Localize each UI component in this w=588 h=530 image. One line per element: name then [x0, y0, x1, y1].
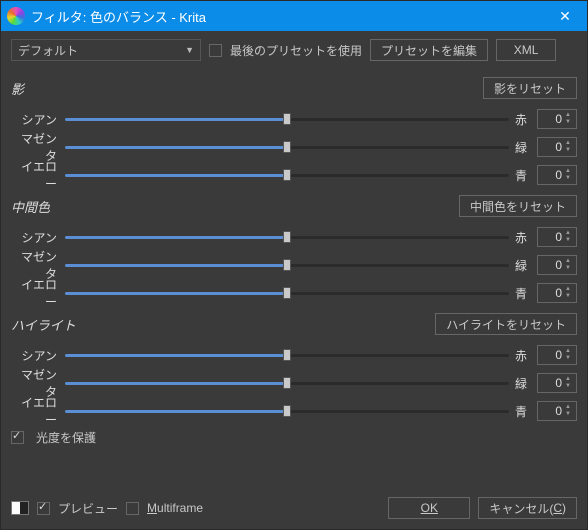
balance-spinbox[interactable]: 0▲▼ [537, 345, 577, 365]
channel-right-label: 緑 [515, 257, 531, 274]
xml-button[interactable]: XML [496, 39, 556, 61]
preset-combo[interactable]: デフォルト ▼ [11, 39, 201, 61]
balance-slider[interactable] [65, 258, 509, 272]
balance-slider[interactable] [65, 168, 509, 182]
balance-slider[interactable] [65, 348, 509, 362]
channel-right-label: 赤 [515, 229, 531, 246]
ok-button[interactable]: OK [388, 497, 470, 519]
channel-right-label: 赤 [515, 111, 531, 128]
balance-spinbox[interactable]: 0▲▼ [537, 137, 577, 157]
channel-left-label: シアン [11, 229, 59, 246]
channel-right-label: 赤 [515, 347, 531, 364]
channel-right-label: 青 [515, 403, 531, 420]
preset-value: デフォルト [18, 42, 78, 59]
balance-spinbox[interactable]: 0▲▼ [537, 401, 577, 421]
balance-slider[interactable] [65, 112, 509, 126]
balance-spinbox[interactable]: 0▲▼ [537, 283, 577, 303]
channel-right-label: 緑 [515, 375, 531, 392]
channel-right-label: 青 [515, 167, 531, 184]
channel-left-label: イエロー [11, 276, 59, 310]
balance-spinbox[interactable]: 0▲▼ [537, 373, 577, 393]
preview-label: プレビュー [58, 500, 118, 517]
channel-right-label: 青 [515, 285, 531, 302]
use-last-preset-checkbox[interactable] [209, 44, 222, 57]
balance-slider[interactable] [65, 230, 509, 244]
channel-left-label: イエロー [11, 394, 59, 428]
section-title: 影 [11, 79, 483, 98]
cancel-button[interactable]: キャンセル(C) [478, 497, 577, 519]
edit-presets-button[interactable]: プリセットを編集 [370, 39, 488, 61]
channel-left-label: シアン [11, 347, 59, 364]
use-last-preset-label: 最後のプリセットを使用 [230, 42, 362, 59]
channel-right-label: 緑 [515, 139, 531, 156]
balance-spinbox[interactable]: 0▲▼ [537, 109, 577, 129]
balance-spinbox[interactable]: 0▲▼ [537, 227, 577, 247]
close-button[interactable]: ✕ [543, 1, 587, 31]
balance-spinbox[interactable]: 0▲▼ [537, 255, 577, 275]
app-icon [7, 7, 25, 25]
multiframe-checkbox[interactable] [126, 502, 139, 515]
balance-slider[interactable] [65, 376, 509, 390]
preview-icon [11, 501, 29, 515]
section-title: 中間色 [11, 197, 459, 216]
chevron-down-icon: ▼ [185, 45, 194, 55]
balance-slider[interactable] [65, 140, 509, 154]
reset-button[interactable]: 影をリセット [483, 77, 577, 99]
reset-button[interactable]: 中間色をリセット [459, 195, 577, 217]
balance-slider[interactable] [65, 404, 509, 418]
preview-checkbox[interactable] [37, 502, 50, 515]
preserve-luminosity-checkbox[interactable] [11, 431, 24, 444]
reset-button[interactable]: ハイライトをリセット [435, 313, 577, 335]
section-title: ハイライト [11, 315, 435, 334]
multiframe-label: Multiframe [147, 501, 203, 515]
balance-slider[interactable] [65, 286, 509, 300]
preserve-luminosity-label: 光度を保護 [36, 429, 96, 446]
window-title: フィルタ: 色のバランス - Krita [31, 7, 543, 26]
balance-spinbox[interactable]: 0▲▼ [537, 165, 577, 185]
channel-left-label: シアン [11, 111, 59, 128]
channel-left-label: イエロー [11, 158, 59, 192]
